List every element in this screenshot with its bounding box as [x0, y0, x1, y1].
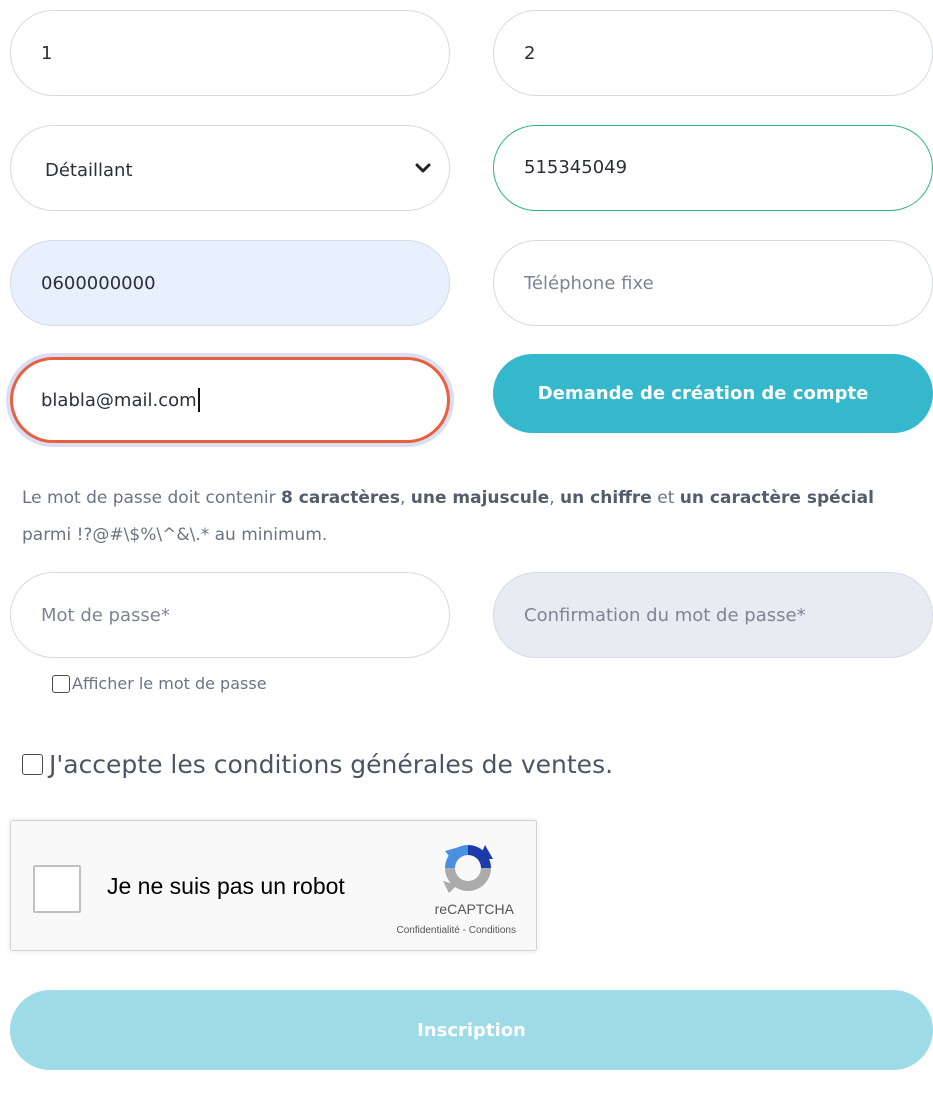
- terms-option[interactable]: J'accepte les conditions générales de ve…: [22, 750, 613, 779]
- text-caret: [197, 388, 200, 412]
- account-request-button[interactable]: Demande de création de compte: [493, 354, 933, 433]
- hint-sep-3: et: [651, 488, 680, 508]
- password-confirm-input[interactable]: Confirmation du mot de passe*: [493, 572, 933, 658]
- hint-suffix: parmi !?@#\$%\^&\.* au minimum.: [22, 525, 328, 545]
- submit-button[interactable]: Inscription: [10, 990, 933, 1070]
- password-confirm-placeholder: Confirmation du mot de passe*: [524, 604, 806, 626]
- recaptcha-links: Confidentialité - Conditions: [396, 925, 516, 936]
- recaptcha-logo-icon: [443, 845, 493, 893]
- customer-type-select[interactable]: Détaillant: [10, 125, 450, 211]
- terms-label: J'accepte les conditions générales de ve…: [49, 750, 614, 779]
- account-request-label: Demande de création de compte: [537, 383, 869, 404]
- recaptcha-privacy-link[interactable]: Confidentialité: [396, 925, 459, 936]
- submit-label: Inscription: [417, 1019, 526, 1041]
- recaptcha-label: Je ne suis pas un robot: [107, 873, 345, 899]
- password-input[interactable]: Mot de passe*: [10, 572, 450, 658]
- landline-phone-placeholder: Téléphone fixe: [524, 272, 654, 294]
- mobile-phone-value: 0600000000: [41, 272, 156, 294]
- recaptcha-checkbox[interactable]: [33, 865, 81, 913]
- customer-type-value: Détaillant: [45, 159, 133, 181]
- field-2-input[interactable]: 2: [493, 10, 933, 96]
- recaptcha-brand: reCAPTCHA: [434, 901, 514, 917]
- hint-length: 8 caractères: [281, 488, 400, 508]
- hint-sep-1: ,: [399, 488, 411, 508]
- email-input[interactable]: blabla@mail.com: [10, 357, 450, 443]
- field-1-input[interactable]: 1: [10, 10, 450, 96]
- field-2-value: 2: [524, 42, 536, 64]
- password-hint: Le mot de passe doit contenir 8 caractèr…: [22, 480, 912, 554]
- chevron-down-icon: [415, 163, 431, 173]
- mobile-phone-input[interactable]: 0600000000: [10, 240, 450, 326]
- field-1-value: 1: [41, 42, 53, 64]
- siret-value: 515345049: [524, 157, 628, 178]
- show-password-checkbox[interactable]: [52, 674, 70, 693]
- show-password-option[interactable]: Afficher le mot de passe: [52, 674, 267, 693]
- siret-input[interactable]: 515345049: [493, 125, 933, 211]
- hint-uppercase: une majuscule: [410, 488, 550, 508]
- show-password-label: Afficher le mot de passe: [72, 674, 267, 693]
- email-value: blabla@mail.com: [41, 389, 197, 411]
- recaptcha-widget: Je ne suis pas un robot reCAPTCHA Confid…: [10, 820, 537, 951]
- password-placeholder: Mot de passe*: [41, 604, 170, 626]
- hint-digit: un chiffre: [560, 488, 652, 508]
- hint-special: un caractère spécial: [679, 488, 874, 508]
- hint-prefix: Le mot de passe doit contenir: [22, 488, 282, 508]
- terms-checkbox[interactable]: [22, 754, 43, 775]
- recaptcha-terms-link[interactable]: Conditions: [469, 925, 516, 936]
- landline-phone-input[interactable]: Téléphone fixe: [493, 240, 933, 326]
- recaptcha-links-separator: -: [459, 925, 469, 936]
- hint-sep-2: ,: [549, 488, 561, 508]
